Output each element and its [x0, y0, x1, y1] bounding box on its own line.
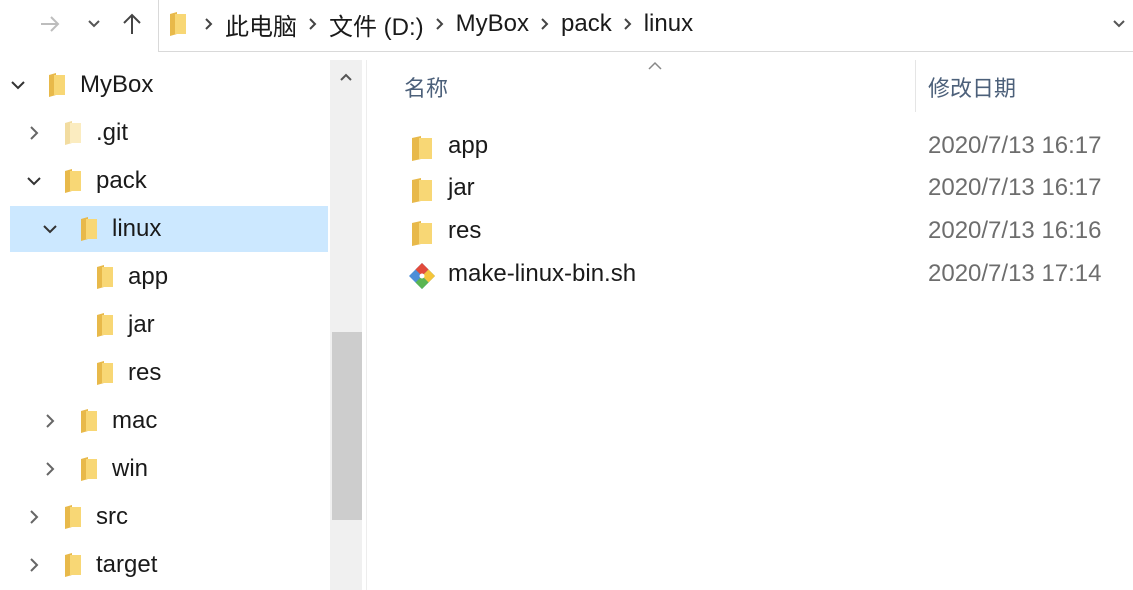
navigation-tree: MyBox .git pack linux app jar res mac wi…	[0, 60, 330, 590]
file-modified-date: 2020/7/13 16:16	[928, 217, 1102, 244]
recent-locations-button[interactable]	[82, 8, 106, 40]
scroll-thumb[interactable]	[332, 332, 362, 520]
folder-icon	[65, 553, 81, 577]
folder-icon	[81, 409, 97, 433]
column-header-modified-label: 修改日期	[928, 76, 1017, 101]
file-modified-date: 2020/7/13 16:17	[928, 132, 1102, 159]
chevron-down-icon[interactable]	[40, 219, 60, 239]
tree-item-label: src	[96, 503, 128, 530]
breadcrumb-this-pc[interactable]: 此电脑	[223, 7, 299, 42]
breadcrumb-mybox[interactable]: MyBox	[454, 10, 531, 38]
folder-icon	[97, 265, 113, 289]
chevron-right-icon	[541, 18, 549, 30]
tree-item-win[interactable]: win	[10, 446, 328, 492]
breadcrumb-separator[interactable]	[195, 0, 223, 48]
forward-arrow-icon	[41, 16, 60, 32]
chevron-right-icon[interactable]	[24, 507, 44, 527]
chevron-right-icon	[309, 18, 317, 30]
up-button[interactable]	[116, 8, 148, 40]
column-divider[interactable]	[915, 60, 916, 112]
tree-item-label: res	[128, 359, 162, 386]
file-name: app	[448, 132, 489, 159]
tree-scrollbar[interactable]	[330, 60, 362, 590]
breadcrumb-separator[interactable]	[426, 0, 454, 48]
git-file-icon	[409, 263, 435, 289]
chevron-up-icon	[340, 73, 352, 81]
tree-item-mybox[interactable]: MyBox	[0, 62, 328, 108]
file-name: res	[448, 217, 482, 244]
chevron-down-icon	[1113, 20, 1125, 28]
chevron-right-icon	[435, 18, 444, 30]
breadcrumb-separator[interactable]	[531, 0, 559, 48]
folder-icon	[49, 73, 65, 97]
tree-item-target[interactable]: target	[10, 542, 328, 588]
address-history-dropdown[interactable]	[1105, 10, 1133, 38]
folder-icon	[412, 178, 432, 203]
folder-icon	[170, 12, 186, 36]
tree-item-mac[interactable]: mac	[10, 398, 328, 444]
tree-item-label: MyBox	[80, 71, 154, 98]
tree-item-git[interactable]: .git	[10, 110, 328, 156]
tree-item-label: target	[96, 551, 158, 578]
tree-item-jar[interactable]: jar	[10, 302, 328, 348]
breadcrumb-separator[interactable]	[614, 0, 642, 48]
chevron-down-icon[interactable]	[24, 171, 44, 191]
tree-item-label: linux	[112, 215, 162, 242]
folder-icon	[412, 221, 432, 246]
breadcrumb-pack[interactable]: pack	[559, 10, 614, 38]
file-row[interactable]: make-linux-bin.sh 2020/7/13 17:14	[398, 254, 1133, 296]
breadcrumb-drive-d[interactable]: 文件 (D:)	[327, 7, 426, 42]
chevron-right-icon[interactable]	[40, 459, 60, 479]
pane-divider[interactable]	[366, 60, 367, 590]
chevron-right-icon	[624, 18, 632, 30]
file-modified-date: 2020/7/13 17:14	[928, 260, 1102, 287]
scroll-up-button[interactable]	[330, 60, 362, 94]
tree-item-app[interactable]: app	[10, 254, 328, 300]
chevron-right-icon[interactable]	[24, 123, 44, 143]
chevron-right-icon[interactable]	[40, 411, 60, 431]
column-header-name-label: 名称	[404, 76, 449, 101]
file-name: jar	[448, 174, 475, 201]
tree-item-res[interactable]: res	[10, 350, 328, 396]
chevron-down-icon[interactable]	[8, 75, 28, 95]
tree-item-pack[interactable]: pack	[10, 158, 328, 204]
file-list: 名称 修改日期 app 2020/7/13 16:17 jar 2020/7/1…	[368, 60, 1133, 590]
file-modified-date: 2020/7/13 16:17	[928, 174, 1102, 201]
file-row[interactable]: res 2020/7/13 16:16	[398, 211, 1133, 253]
column-header-name[interactable]: 名称	[404, 60, 904, 114]
tree-item-label: .git	[96, 119, 129, 146]
chevron-down-icon	[88, 20, 100, 28]
folder-icon	[65, 169, 81, 193]
file-name: make-linux-bin.sh	[448, 260, 637, 287]
hidden-folder-icon	[65, 121, 81, 145]
breadcrumb-separator[interactable]	[299, 0, 327, 48]
navigation-bar: 此电脑 文件 (D:) MyBox pack linux	[0, 0, 1133, 52]
chevron-right-icon	[205, 18, 213, 30]
column-header-modified[interactable]: 修改日期	[928, 60, 1133, 114]
folder-icon	[412, 136, 432, 161]
folder-icon	[81, 217, 97, 241]
file-row[interactable]: app 2020/7/13 16:17	[398, 126, 1133, 168]
folder-icon	[65, 505, 81, 529]
tree-item-label: mac	[112, 407, 158, 434]
chevron-right-icon[interactable]	[24, 555, 44, 575]
folder-icon	[97, 361, 113, 385]
tree-item-label: app	[128, 263, 169, 290]
folder-icon	[81, 457, 97, 481]
tree-item-label: win	[112, 455, 149, 482]
breadcrumb-linux[interactable]: linux	[642, 10, 695, 38]
address-bar[interactable]: 此电脑 文件 (D:) MyBox pack linux	[158, 0, 1133, 52]
folder-icon	[97, 313, 113, 337]
tree-item-linux[interactable]: linux	[10, 206, 328, 252]
tree-item-label: jar	[128, 311, 155, 338]
up-arrow-icon	[123, 13, 141, 34]
tree-item-src[interactable]: src	[10, 494, 328, 540]
tree-item-label: pack	[96, 167, 147, 194]
forward-button[interactable]	[34, 8, 66, 40]
file-row[interactable]: jar 2020/7/13 16:17	[398, 168, 1133, 210]
